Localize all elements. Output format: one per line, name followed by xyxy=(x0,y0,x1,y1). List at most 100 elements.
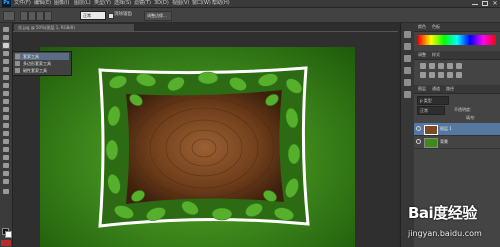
eraser-tool-icon[interactable] xyxy=(2,106,10,113)
visibility-eye-icon[interactable] xyxy=(416,139,421,144)
marquee-tool-icon[interactable] xyxy=(2,34,10,41)
tab-channels[interactable]: 通道 xyxy=(432,85,440,93)
background-color-swatch[interactable] xyxy=(5,231,12,238)
more-tools-icon[interactable] xyxy=(2,188,10,195)
menu-edit[interactable]: 编辑(E) xyxy=(34,0,51,7)
clone-stamp-tool-icon[interactable] xyxy=(2,90,10,97)
vibrance-icon[interactable] xyxy=(456,63,462,69)
new-selection-icon[interactable] xyxy=(20,11,28,21)
clone-source-panel-icon[interactable] xyxy=(404,91,411,98)
quick-select-tool-icon[interactable] xyxy=(2,50,10,57)
blend-mode-select[interactable]: 正常 xyxy=(417,106,445,115)
move-tool-icon[interactable] xyxy=(2,26,10,33)
refine-edge-button[interactable]: 调整边缘... xyxy=(144,11,172,21)
layer-name: 背景 xyxy=(440,139,448,144)
menu-filter[interactable]: 滤镜(T) xyxy=(134,0,151,7)
history-panel-icon[interactable] xyxy=(404,31,411,38)
menu-view[interactable]: 视图(V) xyxy=(172,0,189,7)
flyout-item-polygonal-lasso[interactable]: 多边形套索工具 xyxy=(15,60,69,67)
pen-tool-icon[interactable] xyxy=(2,138,10,145)
eyedropper-tool-icon[interactable] xyxy=(2,66,10,73)
close-icon[interactable]: ✕ xyxy=(492,1,498,7)
levels-icon[interactable] xyxy=(429,63,435,69)
channel-mixer-icon[interactable] xyxy=(456,72,462,78)
minimize-icon[interactable] xyxy=(472,1,478,5)
tab-color[interactable]: 颜色 xyxy=(418,23,426,31)
blend-mode-label: 正常 xyxy=(420,108,428,113)
refine-edge-label: 调整边缘... xyxy=(147,13,167,18)
brightness-icon[interactable] xyxy=(420,63,426,69)
opacity-label: 不透明度: xyxy=(454,107,472,112)
subtract-selection-icon[interactable] xyxy=(36,11,44,21)
layer-thumbnail xyxy=(424,138,438,148)
history-brush-tool-icon[interactable] xyxy=(2,98,10,105)
layer-filter-select[interactable]: p 类型 xyxy=(417,96,449,105)
flyout-item-lasso[interactable]: 套索工具 xyxy=(15,53,69,60)
fill-label: 填充: xyxy=(466,115,476,120)
flyout-item-label: 磁性套索工具 xyxy=(23,68,47,73)
brush-tool-icon[interactable] xyxy=(2,82,10,89)
menu-3d[interactable]: 3D(D) xyxy=(154,0,169,7)
quick-mask-icon[interactable] xyxy=(1,240,11,246)
menu-image[interactable]: 图像(I) xyxy=(54,0,69,7)
character-panel-icon[interactable] xyxy=(404,55,411,62)
adjustments-panel-tabs: 调整 样式 xyxy=(414,51,500,60)
tab-styles[interactable]: 样式 xyxy=(432,51,440,59)
hue-saturation-icon[interactable] xyxy=(420,72,426,78)
add-selection-icon[interactable] xyxy=(28,11,36,21)
zoom-tool-icon[interactable] xyxy=(2,178,10,185)
photoshop-logo: Ps xyxy=(2,0,11,7)
layers-panel-tabs: 图层 通道 路径 xyxy=(414,85,500,94)
curves-icon[interactable] xyxy=(438,63,444,69)
watermark-logo: Bai度经验 xyxy=(408,204,477,222)
window-controls: ✕ xyxy=(472,0,498,7)
tool-preset-picker[interactable] xyxy=(3,11,15,21)
tab-swatches[interactable]: 色板 xyxy=(432,23,440,31)
menu-layer[interactable]: 图层(L) xyxy=(74,0,91,7)
blur-tool-icon[interactable] xyxy=(2,122,10,129)
lasso-tool-icon[interactable] xyxy=(2,42,10,49)
properties-panel-icon[interactable] xyxy=(404,43,411,50)
exposure-icon[interactable] xyxy=(447,63,453,69)
menu-file[interactable]: 文件(F) xyxy=(14,0,31,7)
framed-photo-artwork xyxy=(98,66,310,228)
color-balance-icon[interactable] xyxy=(429,72,435,78)
flyout-item-magnetic-lasso[interactable]: 磁性套索工具 xyxy=(15,67,69,74)
layer-row[interactable]: 背景 xyxy=(414,136,500,149)
menu-select[interactable]: 选择(S) xyxy=(114,0,131,7)
lasso-tool-flyout: 套索工具 多边形套索工具 磁性套索工具 xyxy=(12,51,72,76)
layer-name: 图层 1 xyxy=(440,126,452,131)
visibility-eye-icon[interactable] xyxy=(416,126,421,131)
watermark-url: jingyan.baidu.com xyxy=(408,229,482,238)
tab-paths[interactable]: 路径 xyxy=(446,85,454,93)
path-select-tool-icon[interactable] xyxy=(2,154,10,161)
flyout-item-label: 套索工具 xyxy=(23,54,39,59)
photo-filter-icon[interactable] xyxy=(447,72,453,78)
type-tool-icon[interactable] xyxy=(2,146,10,153)
maximize-icon[interactable] xyxy=(482,1,488,6)
flyout-item-label: 多边形套索工具 xyxy=(23,61,51,66)
tab-adjustments[interactable]: 调整 xyxy=(418,51,426,59)
brush-panel-icon[interactable] xyxy=(404,79,411,86)
intersect-selection-icon[interactable] xyxy=(44,11,52,21)
paragraph-panel-icon[interactable] xyxy=(404,67,411,74)
crop-tool-icon[interactable] xyxy=(2,58,10,65)
hand-tool-icon[interactable] xyxy=(2,170,10,177)
layer-row[interactable]: 图层 1 xyxy=(414,123,500,136)
black-white-icon[interactable] xyxy=(438,72,444,78)
healing-brush-tool-icon[interactable] xyxy=(2,74,10,81)
menu-window[interactable]: 窗口(W) xyxy=(192,0,211,7)
menu-help[interactable]: 帮助(H) xyxy=(212,0,230,7)
color-panel-tabs: 颜色 色板 xyxy=(414,23,500,32)
color-spectrum-bar[interactable] xyxy=(418,35,496,45)
magnetic-lasso-icon xyxy=(15,68,20,73)
menu-type[interactable]: 类型(Y) xyxy=(94,0,111,7)
dodge-tool-icon[interactable] xyxy=(2,130,10,137)
tab-layers[interactable]: 图层 xyxy=(418,85,426,93)
antialias-label: 消除锯齿 xyxy=(114,12,132,17)
gradient-tool-icon[interactable] xyxy=(2,114,10,121)
feather-input[interactable]: 正常 xyxy=(80,11,106,20)
polygonal-lasso-icon xyxy=(15,61,20,66)
shape-tool-icon[interactable] xyxy=(2,162,10,169)
lasso-icon xyxy=(15,54,20,59)
